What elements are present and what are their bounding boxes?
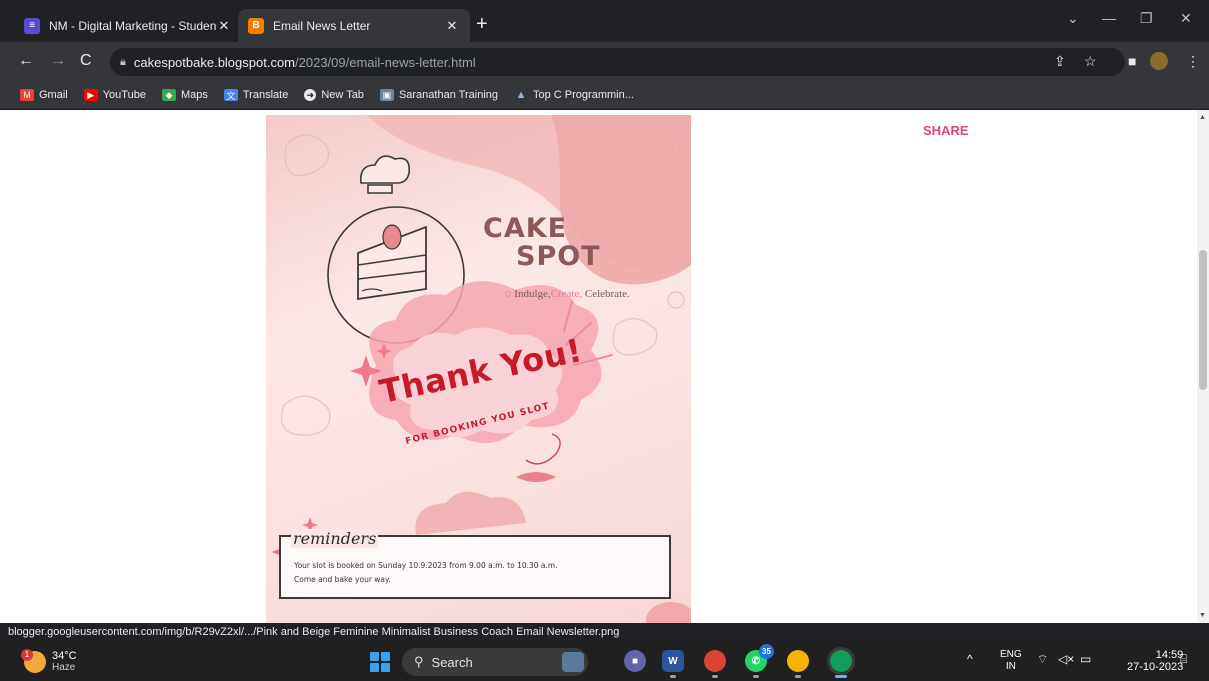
meet-icon[interactable]: ■ xyxy=(624,650,646,672)
brand-cake: CAKE xyxy=(483,213,568,244)
tagline-celebrate: Celebrate. xyxy=(582,288,630,300)
weather-badge: 1 xyxy=(21,649,33,661)
show-hidden-icons[interactable]: ^ xyxy=(967,652,973,666)
share-link[interactable]: SHARE xyxy=(923,123,969,138)
newsletter-image[interactable]: CAKE SPOT ◌ Indulge,Create, Celebrate. T… xyxy=(266,115,691,623)
saranathan-icon: ▣ xyxy=(379,89,394,101)
scroll-up-arrow[interactable]: ▲ xyxy=(1199,114,1206,121)
tagline-create: Create, xyxy=(550,288,583,300)
url-host: cakespotbake.blogspot.com xyxy=(133,54,296,70)
reload-button[interactable]: C xyxy=(80,52,92,70)
maps-icon: ◆ xyxy=(161,89,176,101)
drive-icon: ▲ xyxy=(515,89,527,101)
search-label: Search xyxy=(431,654,473,670)
battery-icon[interactable]: ▭ xyxy=(1080,652,1091,666)
brand-spot: SPOT xyxy=(516,241,601,272)
minimize-button[interactable]: — xyxy=(1102,10,1116,26)
chrome-active-icon[interactable] xyxy=(827,647,855,678)
new-tab-icon: ➜ xyxy=(304,89,317,101)
whatsapp-icon[interactable]: ✆ 35 xyxy=(745,644,774,678)
bookmark-label: Saranathan Training xyxy=(398,89,499,101)
tab-title: NM - Digital Marketing - Studen xyxy=(49,18,216,33)
reminders-line-1: Your slot is booked on Sunday 10.9.2023 … xyxy=(294,561,558,570)
clock-time: 14:59 xyxy=(1155,649,1184,661)
bookmark-translate[interactable]: 文 Translate xyxy=(223,89,289,101)
bookmark-new-tab[interactable]: ➜ New Tab xyxy=(304,89,364,101)
new-tab-button[interactable]: + xyxy=(476,13,488,36)
tab-digital-marketing[interactable]: ≡ NM - Digital Marketing - Studen ✕ xyxy=(14,9,242,42)
side-panel-icon[interactable]: ■ xyxy=(1128,53,1136,69)
bookmarks-bar: M Gmail ▶ YouTube ◆ Maps 文 Translate ➜ New Ta… xyxy=(0,82,1209,109)
search-icon: ⚲ xyxy=(414,654,424,669)
bookmark-saranathan[interactable]: ▣ Saranathan Training xyxy=(379,89,499,101)
word-icon[interactable]: W xyxy=(662,650,684,678)
restore-button[interactable]: ❐ xyxy=(1140,10,1153,27)
region-code: IN xyxy=(1005,661,1016,672)
translate-icon: 文 xyxy=(223,89,238,101)
scroll-down-arrow[interactable]: ▼ xyxy=(1199,612,1206,619)
language-indicator[interactable]: ENG IN xyxy=(1000,649,1022,673)
forward-button[interactable]: → xyxy=(50,52,66,70)
back-button[interactable]: ← xyxy=(18,52,34,70)
chrome-profile-icon[interactable] xyxy=(787,650,809,678)
whatsapp-count: 35 xyxy=(759,644,774,659)
volume-muted-icon[interactable]: ◁× xyxy=(1058,652,1074,666)
reminders-box: reminders Your slot is booked on Sunday … xyxy=(279,529,671,599)
wifi-icon[interactable]: ⌔ xyxy=(1037,652,1048,667)
bookmark-youtube[interactable]: ▶ YouTube xyxy=(83,89,146,101)
clock-date: 27-10-2023 xyxy=(1127,661,1184,673)
bookmark-gmail[interactable]: M Gmail xyxy=(20,89,68,101)
tab-title: Email News Letter xyxy=(273,18,371,33)
reminders-title: reminders xyxy=(291,529,379,548)
bookmark-label: Top C Programmin... xyxy=(533,89,634,101)
close-icon[interactable]: ✕ xyxy=(216,18,232,34)
lock-icon[interactable]: 🔒︎ xyxy=(120,56,126,69)
bookmark-label: Translate xyxy=(242,89,289,101)
youtube-icon: ▶ xyxy=(83,89,98,101)
tab-strip: ≡ NM - Digital Marketing - Studen ✕ B Em… xyxy=(0,0,1209,42)
bookmark-label: Gmail xyxy=(39,89,68,101)
windows-taskbar: 1 34°C Haze ⚲ Search ■ W ✆ 35 ^ ENG IN ⌔ … xyxy=(0,642,1209,681)
weather-desc: Haze xyxy=(52,662,76,673)
share-page-icon[interactable]: ⇪ xyxy=(1054,53,1066,70)
tab-search-icon[interactable]: ⌄ xyxy=(1067,10,1079,27)
cupcake-icon: ◌ xyxy=(505,288,512,300)
tab-email-news-letter[interactable]: B Email News Letter ✕ xyxy=(238,9,470,42)
status-url-bubble: blogger.googleusercontent.com/img/b/R29v… xyxy=(0,623,628,642)
page-scrollbar[interactable]: ▲ ▼ xyxy=(1197,110,1209,623)
page-viewport: SHARE CAKE SPOT ◌ Indulge,Create, Celebr… xyxy=(0,110,1197,623)
tagline: ◌ Indulge,Create, Celebrate. xyxy=(505,288,630,300)
scrollbar-thumb[interactable] xyxy=(1199,250,1207,390)
chrome-icon[interactable] xyxy=(704,650,726,678)
address-bar[interactable]: 🔒︎ cakespotbake.blogspot.com /2023/09/em… xyxy=(110,48,1125,76)
profile-avatar[interactable] xyxy=(1150,52,1168,70)
blogger-icon: B xyxy=(248,17,264,34)
url-path: /2023/09/email-news-letter.html xyxy=(295,54,476,70)
close-window-button[interactable]: ✕ xyxy=(1180,10,1192,27)
language-code: ENG xyxy=(1000,649,1022,660)
bookmark-label: New Tab xyxy=(321,89,364,101)
bookmark-label: YouTube xyxy=(102,89,146,101)
system-clock[interactable]: 14:59 27-10-2023 xyxy=(1127,649,1183,673)
browser-toolbar: ← → C 🔒︎ cakespotbake.blogspot.com /2023… xyxy=(0,42,1209,82)
tagline-indulge: Indulge, xyxy=(514,288,551,300)
bookmark-maps[interactable]: ◆ Maps xyxy=(161,89,208,101)
taskbar-search[interactable]: ⚲ Search xyxy=(402,648,588,676)
notifications-icon[interactable]: ⌸ xyxy=(1180,652,1187,667)
search-highlight-image xyxy=(562,652,584,672)
weather-icon: 1 xyxy=(21,649,46,673)
weather-temp: 34°C xyxy=(52,650,77,662)
gmail-icon: M xyxy=(20,89,34,101)
start-button[interactable] xyxy=(370,652,390,672)
bookmark-label: Maps xyxy=(180,89,208,101)
bookmark-top-c[interactable]: ▲ Top C Programmin... xyxy=(514,89,634,101)
bookmark-star-icon[interactable]: ☆ xyxy=(1084,53,1097,70)
grid-icon: ≡ xyxy=(24,17,40,34)
reminders-line-2: Come and bake your way. xyxy=(294,575,391,584)
close-icon[interactable]: ✕ xyxy=(444,18,460,34)
weather-widget[interactable]: 1 34°C Haze xyxy=(21,649,77,674)
menu-icon[interactable]: ⋮ xyxy=(1186,53,1200,70)
